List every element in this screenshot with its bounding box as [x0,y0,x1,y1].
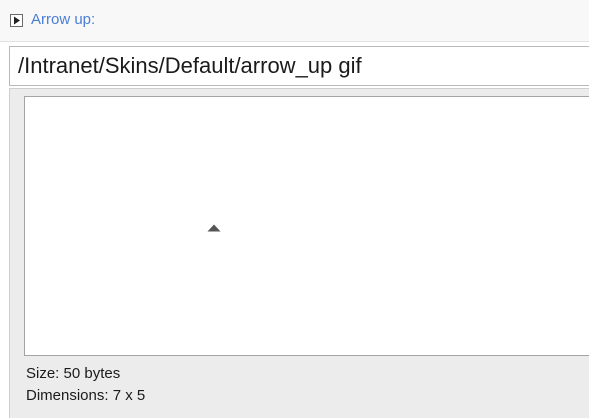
preview-canvas [24,96,589,356]
image-preview-panel: Size: 50 bytes Dimensions: 7 x 5 [9,88,589,418]
image-dimensions-text: Dimensions: 7 x 5 [26,387,146,404]
arrow-up-icon [207,224,221,232]
expand-toggle-icon[interactable] [10,14,23,27]
image-path-input[interactable]: /Intranet/Skins/Default/arrow_up gif [9,46,589,86]
image-property-editor: Arrow up: /Intranet/Skins/Default/arrow_… [0,0,589,418]
section-label: Arrow up: [31,11,96,28]
image-size-text: Size: 50 bytes [26,365,121,382]
play-triangle-icon [14,16,20,25]
section-header: Arrow up: [0,0,589,42]
